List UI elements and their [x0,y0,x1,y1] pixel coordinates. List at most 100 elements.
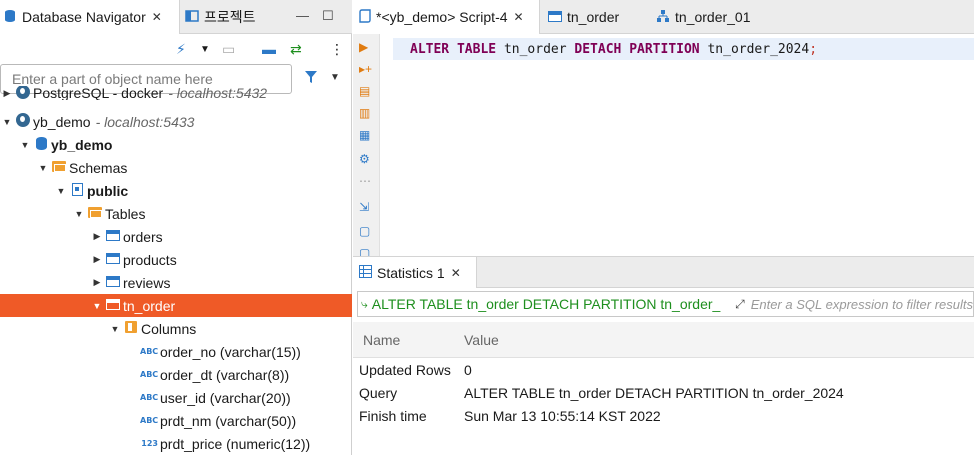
tree-item-products[interactable]: ▶ products [0,248,352,271]
chevron-right-icon[interactable]: ▶ [90,254,104,265]
chevron-right-icon[interactable]: ▶ [0,88,14,99]
tree-item-column[interactable]: ABC order_dt (varchar(8)) [0,363,352,386]
tree-item-column[interactable]: ABC order_no (varchar(15)) [0,340,352,363]
result-filter-bar: ⤷ ALTER TABLE tn_order DETACH PARTITION … [357,291,974,317]
chevron-down-icon[interactable]: ▼ [18,140,32,150]
table-row[interactable]: Updated Rows 0 [353,358,974,381]
sql-keyword: PARTITION [629,41,700,57]
row-name: Updated Rows [359,361,451,378]
row-value: ALTER TABLE tn_order DETACH PARTITION tn… [464,384,844,401]
result-filter-input[interactable]: Enter a SQL expression to filter results [751,297,973,312]
postgres-icon [14,86,32,100]
chevron-down-icon[interactable]: ▼ [72,209,86,219]
code-line-1[interactable]: ALTER TABLE tn_order DETACH PARTITION tn… [393,38,974,60]
new-connection-icon[interactable]: ⚡ [176,41,186,58]
close-icon[interactable]: ✕ [152,10,162,24]
tree-item-orders[interactable]: ▶ orders [0,225,352,248]
expand-icon[interactable]: ⤢ [735,297,745,312]
chevron-down-icon[interactable]: ▼ [108,324,122,334]
tab-tn-order-01[interactable]: tn_order_01 [650,0,751,34]
tree-item-column[interactable]: ABC prdt_nm (varchar(50)) [0,409,352,432]
schema-icon [68,182,86,199]
sql-editor[interactable]: ▶ ▸+ ▤ ▥ ▦ ⚙ ⋯ ⇲ ▢ ▢ ALTER TABLE tn_orde… [353,34,974,256]
tab-script-4[interactable]: *<yb_demo> Script-4 ✕ [353,0,540,34]
row-name: Finish time [359,407,427,424]
maximize-icon[interactable]: ☐ [322,8,334,24]
tree-item-yb-demo-connection[interactable]: ▼ yb_demo - localhost:5433 [0,110,352,133]
explain-plan-icon[interactable]: ▦ [359,128,370,142]
tree-item-label: order_no (varchar(15)) [160,343,301,360]
sql-keyword: TABLE [456,41,497,57]
numeric-type-icon: 123 [141,439,158,448]
tree-item-label: products [123,251,177,268]
tree-item-label: orders [123,228,163,245]
view-menu-icon[interactable]: ⋮ [330,41,344,58]
column-header-name[interactable]: Name [353,332,464,348]
new-folder-icon[interactable]: ▭ [222,41,235,58]
tree-item-label: Tables [105,205,146,222]
tab-project[interactable]: 프로젝트 [183,0,256,34]
execute-script-new-tab-icon[interactable]: ▥ [359,106,370,120]
settings-gear-icon[interactable]: ⚙ [359,152,370,166]
tab-tn-order[interactable]: tn_order [542,0,619,34]
chevron-down-icon[interactable]: ▼ [36,163,50,173]
tab-label: Statistics 1 [377,264,445,281]
export-icon[interactable]: ⇲ [359,200,369,214]
tab-database-navigator-label: Database Navigator [22,9,146,25]
collapse-all-icon[interactable]: ▬ [262,41,276,57]
tree-item-label: prdt_nm (varchar(50)) [160,412,297,429]
editor-area: *<yb_demo> Script-4 ✕ tn_order tn_order_… [353,0,974,455]
folder-icon [50,160,68,175]
chevron-right-icon[interactable]: ▶ [90,277,104,288]
column-header-value[interactable]: Value [464,332,499,348]
table-icon [104,298,122,313]
tree-item-label: PostgreSQL - docker [33,86,164,100]
filter-icon[interactable] [304,70,318,87]
sql-identifier: tn_order_2024 [707,41,810,57]
results-tab-bar: Statistics 1 ✕ [353,256,974,288]
execute-script-icon[interactable]: ▤ [359,84,370,98]
database-navigator-icon [3,9,17,26]
link-editor-icon[interactable]: ⇄ [290,41,302,58]
tree-item-schemas[interactable]: ▼ Schemas [0,156,352,179]
tree-item-public[interactable]: ▼ public [0,179,352,202]
tree-item-tables[interactable]: ▼ Tables [0,202,352,225]
chevron-down-icon[interactable]: ▼ [330,72,340,83]
tree-item-label: tn_order [123,297,176,314]
navigator-toolbar: ⚡ ▼ ▭ ▬ ⇄ ⋮ [0,34,352,64]
executed-query-text: ALTER TABLE tn_order DETACH PARTITION tn… [371,296,721,312]
row-name: Query [359,384,398,401]
tree-item-yb-demo-database[interactable]: ▼ yb_demo [0,133,352,156]
statistics-grid: Name Value Updated Rows 0 Query ALTER TA… [353,322,974,427]
save-script-icon[interactable]: ▢ [359,246,370,256]
table-row[interactable]: Finish time Sun Mar 13 10:55:14 KST 2022 [353,404,974,427]
tree-item-tn-order[interactable]: ▼ tn_order [0,294,352,317]
tab-database-navigator[interactable]: Database Navigator ✕ [0,0,180,34]
chevron-down-icon[interactable]: ▼ [0,117,14,127]
close-icon[interactable]: ✕ [451,266,461,280]
editor-tab-bar: *<yb_demo> Script-4 ✕ tn_order tn_order_… [353,0,974,34]
tree-item-column[interactable]: ABC user_id (varchar(20)) [0,386,352,409]
close-icon[interactable]: ✕ [514,10,524,24]
tab-statistics-1[interactable]: Statistics 1 ✕ [353,257,477,288]
table-row[interactable]: Query ALTER TABLE tn_order DETACH PARTIT… [353,381,974,404]
tree-item-host: - localhost:5433 [95,113,195,130]
tree-item-postgresql-docker[interactable]: ▶ PostgreSQL - docker - localhost:5432 [0,86,352,100]
execute-statement-icon[interactable]: ▶ [359,40,368,54]
tree-item-columns[interactable]: ▼ Columns [0,317,352,340]
load-script-icon[interactable]: ▢ [359,224,370,238]
tab-label: tn_order_01 [675,9,751,25]
tree-item-label: public [87,182,129,199]
minimize-icon[interactable]: — [296,8,309,23]
tree-item-column[interactable]: 123 prdt_price (numeric(12)) [0,432,352,455]
sql-keyword: DETACH [574,41,622,57]
postgres-icon [14,113,32,130]
execute-in-new-tab-icon[interactable]: ▸+ [359,62,372,76]
project-icon [185,9,199,26]
chevron-down-icon[interactable]: ▼ [200,44,210,55]
chevron-down-icon[interactable]: ▼ [90,301,104,311]
chevron-right-icon[interactable]: ▶ [90,231,104,242]
chevron-down-icon[interactable]: ▼ [54,186,68,196]
editor-action-gutter: ▶ ▸+ ▤ ▥ ▦ ⚙ ⋯ ⇲ ▢ ▢ [353,34,380,256]
tree-item-reviews[interactable]: ▶ reviews [0,271,352,294]
